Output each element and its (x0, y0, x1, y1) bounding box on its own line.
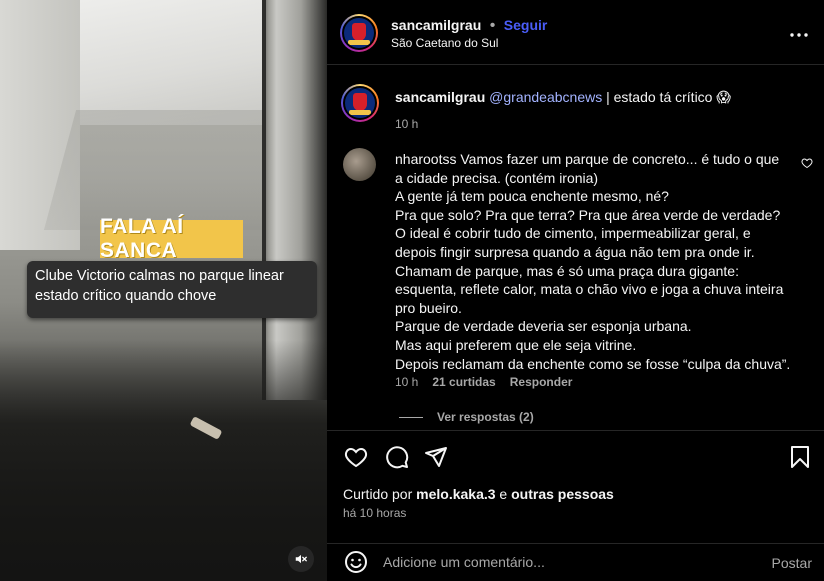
heart-outline-icon (344, 447, 368, 468)
like-button[interactable] (344, 445, 368, 474)
caption-author-avatar[interactable] (341, 84, 379, 122)
caption-body: | estado tá crítico 😱 (602, 89, 731, 105)
view-replies-label[interactable]: Ver respostas (2) (437, 410, 534, 424)
comment-time: 10 h (395, 375, 419, 389)
caption-mention[interactable]: @grandeabcnews (489, 89, 602, 105)
replies-divider (399, 416, 423, 418)
comment-input[interactable] (383, 554, 743, 570)
comment-line: A gente já tem pouca enchente mesmo, né? (395, 188, 669, 205)
comment-line: Vamos fazer um parque de concreto... é t… (460, 151, 780, 167)
comment-text: nharootss Vamos fazer um parque de concr… (395, 150, 795, 373)
author-line: sancamilgrau • Seguir (391, 17, 547, 35)
reply-button[interactable]: Responder (510, 375, 573, 389)
caption-text: sancamilgrau @grandeabcnews | estado tá … (395, 88, 795, 133)
post-location[interactable]: São Caetano do Sul (391, 36, 498, 50)
mute-button[interactable] (288, 546, 314, 572)
comment-line: a cidade precisa. (contém ironia) (395, 169, 599, 186)
commenter-username[interactable]: nharootss (395, 151, 456, 167)
comment-line: depois fingir surpresa quando a água não… (395, 243, 755, 260)
save-button[interactable] (789, 445, 811, 474)
liked-user[interactable]: melo.kaka.3 (416, 486, 495, 502)
paper-plane-icon (425, 447, 447, 467)
comment-bubble-icon (386, 446, 409, 469)
media-dark-floor (0, 340, 327, 581)
commenter-avatar[interactable] (343, 148, 376, 181)
comment-line: Chamam de parque, mas é só uma praça dur… (395, 262, 739, 279)
more-options-button[interactable] (790, 22, 808, 43)
author-username[interactable]: sancamilgrau (391, 17, 481, 33)
liked-others[interactable]: outras pessoas (511, 486, 614, 502)
comment-like-button[interactable] (801, 156, 813, 174)
comment-line: Mas aqui preferem que ele seja vitrine. (395, 336, 637, 353)
separator-dot: • (489, 17, 496, 34)
fala-ai-sanca-badge: FALA AÍ SANCA (100, 215, 243, 262)
author-avatar[interactable] (340, 14, 378, 52)
liked-prefix: Curtido por (343, 486, 417, 502)
post-actions: Curtido por melo.kaka.3 e outras pessoas… (327, 430, 824, 581)
post-detail-panel: sancamilgrau • Seguir São Caetano do Sul… (327, 0, 824, 581)
post-header: sancamilgrau • Seguir São Caetano do Sul (327, 0, 824, 65)
emoji-smile-icon (345, 551, 367, 573)
caption-time: 10 h (395, 117, 419, 131)
comment-line: Depois reclamam da enchente como se foss… (395, 355, 791, 372)
post-comment-button[interactable]: Postar (772, 555, 812, 571)
post-media[interactable]: FALA AÍ SANCA Clube Victorio calmas no p… (0, 0, 327, 581)
comment-meta: 10 h 21 curtidas Responder (395, 375, 572, 389)
view-replies[interactable]: Ver respostas (2) (399, 410, 534, 424)
emoji-button[interactable] (344, 550, 368, 579)
media-floor (43, 110, 297, 230)
comment-button[interactable] (385, 445, 409, 474)
comment-line: Pra que solo? Pra que terra? Pra que áre… (395, 206, 781, 223)
liked-by: Curtido por melo.kaka.3 e outras pessoas (343, 486, 614, 502)
comment-composer: Postar (327, 543, 824, 581)
post-time: há 10 horas (343, 506, 407, 520)
comment-likes[interactable]: 21 curtidas (432, 375, 495, 389)
video-caption: Clube Victorio calmas no parque linear e… (27, 261, 317, 318)
caption-username[interactable]: sancamilgrau (395, 89, 485, 105)
liked-connector: e (495, 486, 512, 502)
comment-line: Parque de verdade deveria ser esponja ur… (395, 318, 692, 335)
share-button[interactable] (424, 445, 448, 474)
bookmark-icon (791, 446, 809, 468)
comment-line: esquenta, reflete calor, mata o chão viv… (395, 281, 784, 298)
heart-outline-icon (801, 158, 813, 169)
follow-button[interactable]: Seguir (504, 17, 548, 33)
more-horizontal-icon (790, 33, 808, 37)
comment-line: O ideal é cobrir tudo de cimento, imperm… (395, 225, 751, 242)
comment-line: pro bueiro. (395, 299, 462, 316)
speaker-muted-icon (295, 554, 307, 564)
